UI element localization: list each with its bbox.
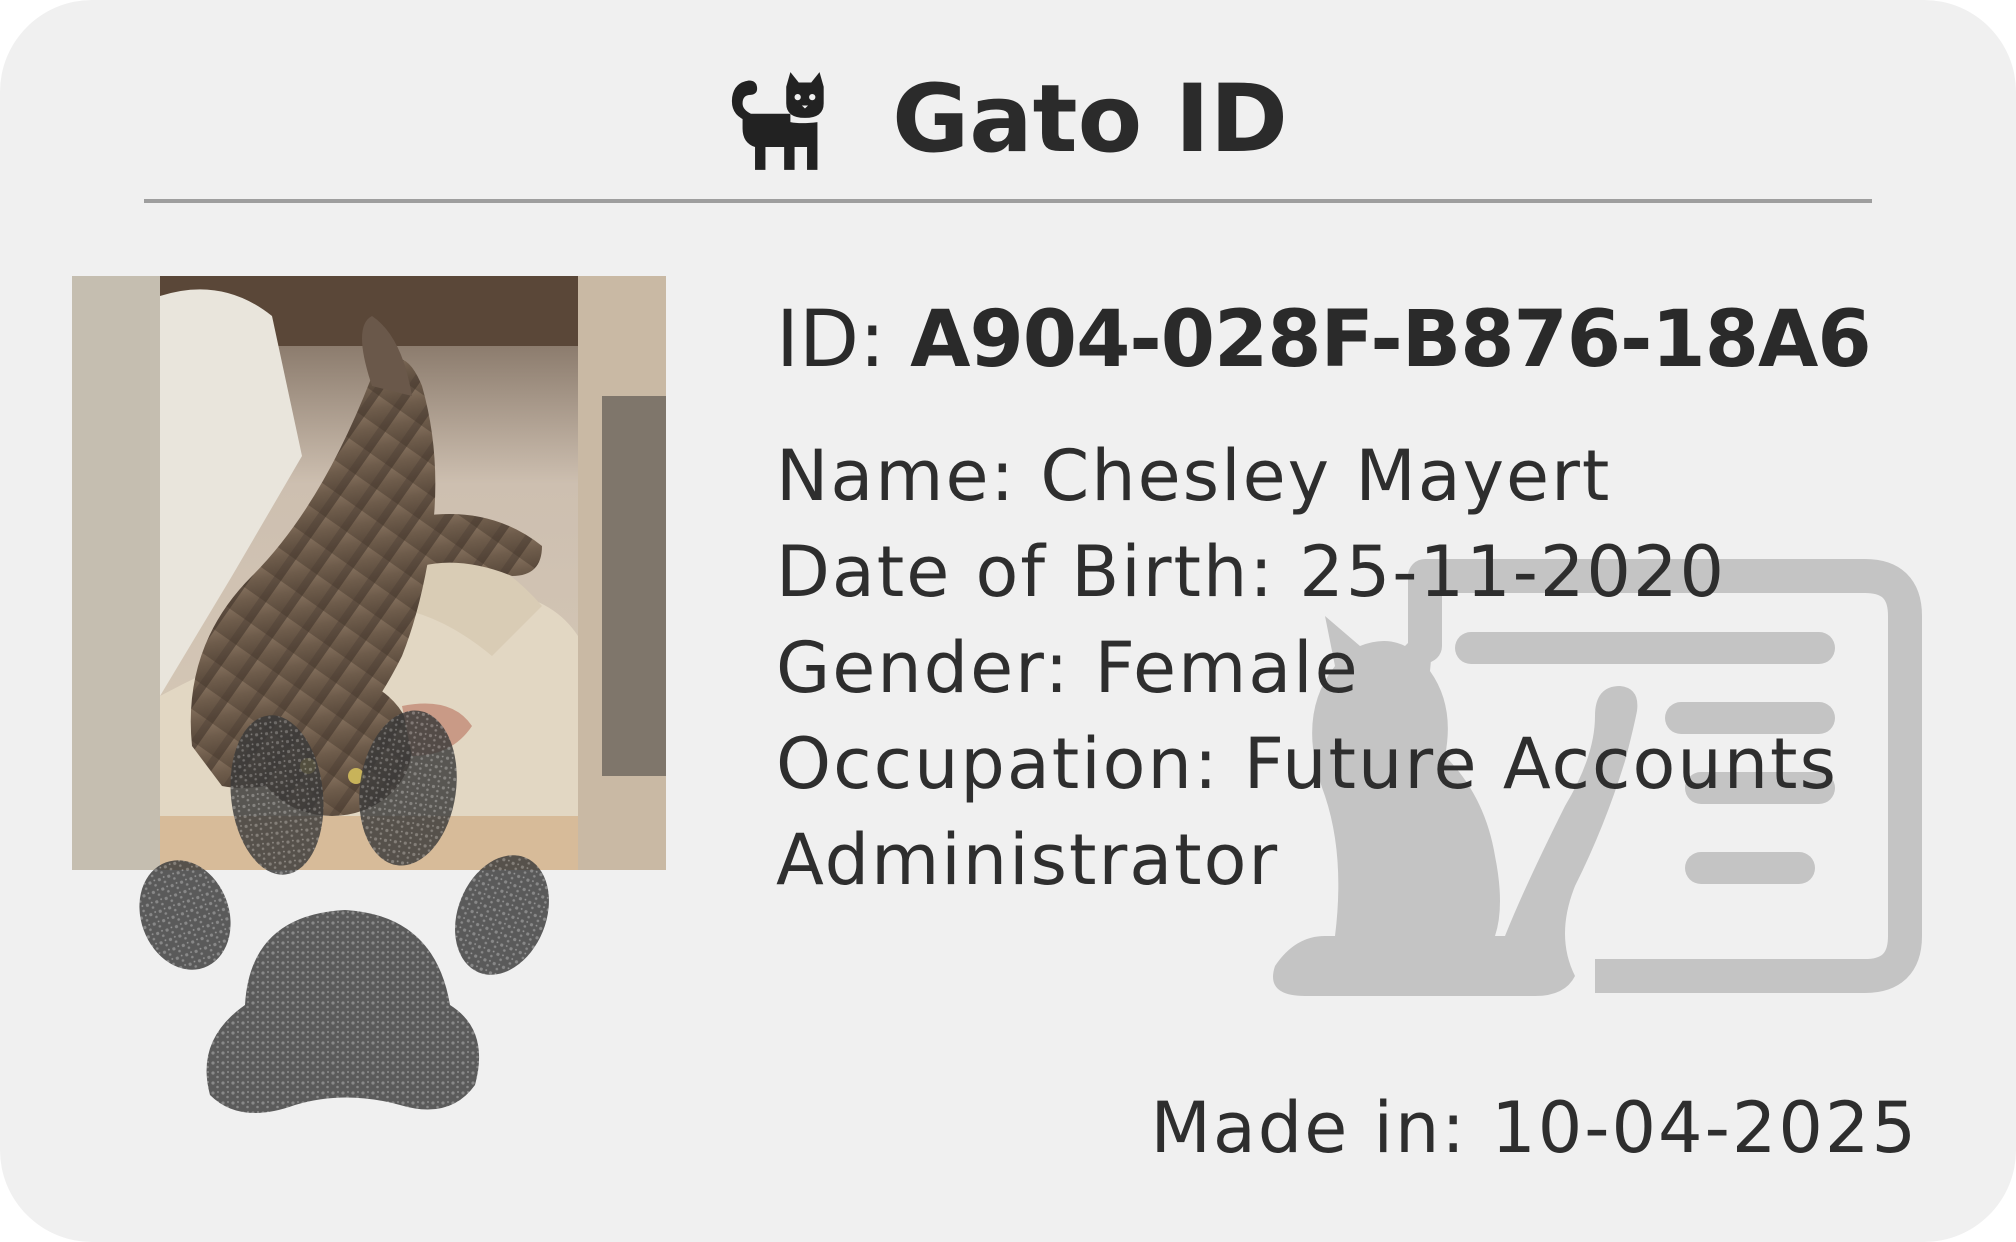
made-in-date: Made in: 10-04-2025: [1150, 1080, 1918, 1176]
card-title: Gato ID: [892, 65, 1288, 174]
field-value: Chesley Mayert: [1040, 435, 1612, 517]
field-label: Date of Birth:: [776, 531, 1275, 613]
cat-icon: [731, 72, 824, 170]
field-value: 25-11-2020: [1299, 531, 1727, 613]
field-name: Name: Chesley Mayert: [776, 428, 1916, 524]
id-card: Gato ID ID: A904-028F-B876-18A6 Name: Ch…: [0, 0, 2016, 1242]
field-label: Gender:: [776, 627, 1071, 709]
field-value: Female: [1094, 627, 1360, 709]
field-label: Occupation:: [776, 723, 1220, 805]
field-gender: Gender: Female: [776, 620, 1916, 716]
made-in-value: 10-04-2025: [1491, 1087, 1918, 1169]
paw-print-icon: [139, 710, 549, 1113]
field-occupation: Occupation: Future Accounts Administrato…: [776, 716, 1916, 908]
field-date-of-birth: Date of Birth: 25-11-2020: [776, 524, 1916, 620]
field-label: Name:: [776, 435, 1017, 517]
card-header: Gato ID: [0, 50, 2016, 190]
id-number: ID: A904-028F-B876-18A6: [776, 292, 1872, 388]
id-value: A904-028F-B876-18A6: [910, 295, 1871, 385]
info-fields: Name: Chesley Mayert Date of Birth: 25-1…: [776, 428, 1916, 908]
header-divider: [144, 199, 1872, 203]
made-in-label: Made in:: [1150, 1087, 1467, 1169]
id-label: ID:: [776, 295, 886, 385]
